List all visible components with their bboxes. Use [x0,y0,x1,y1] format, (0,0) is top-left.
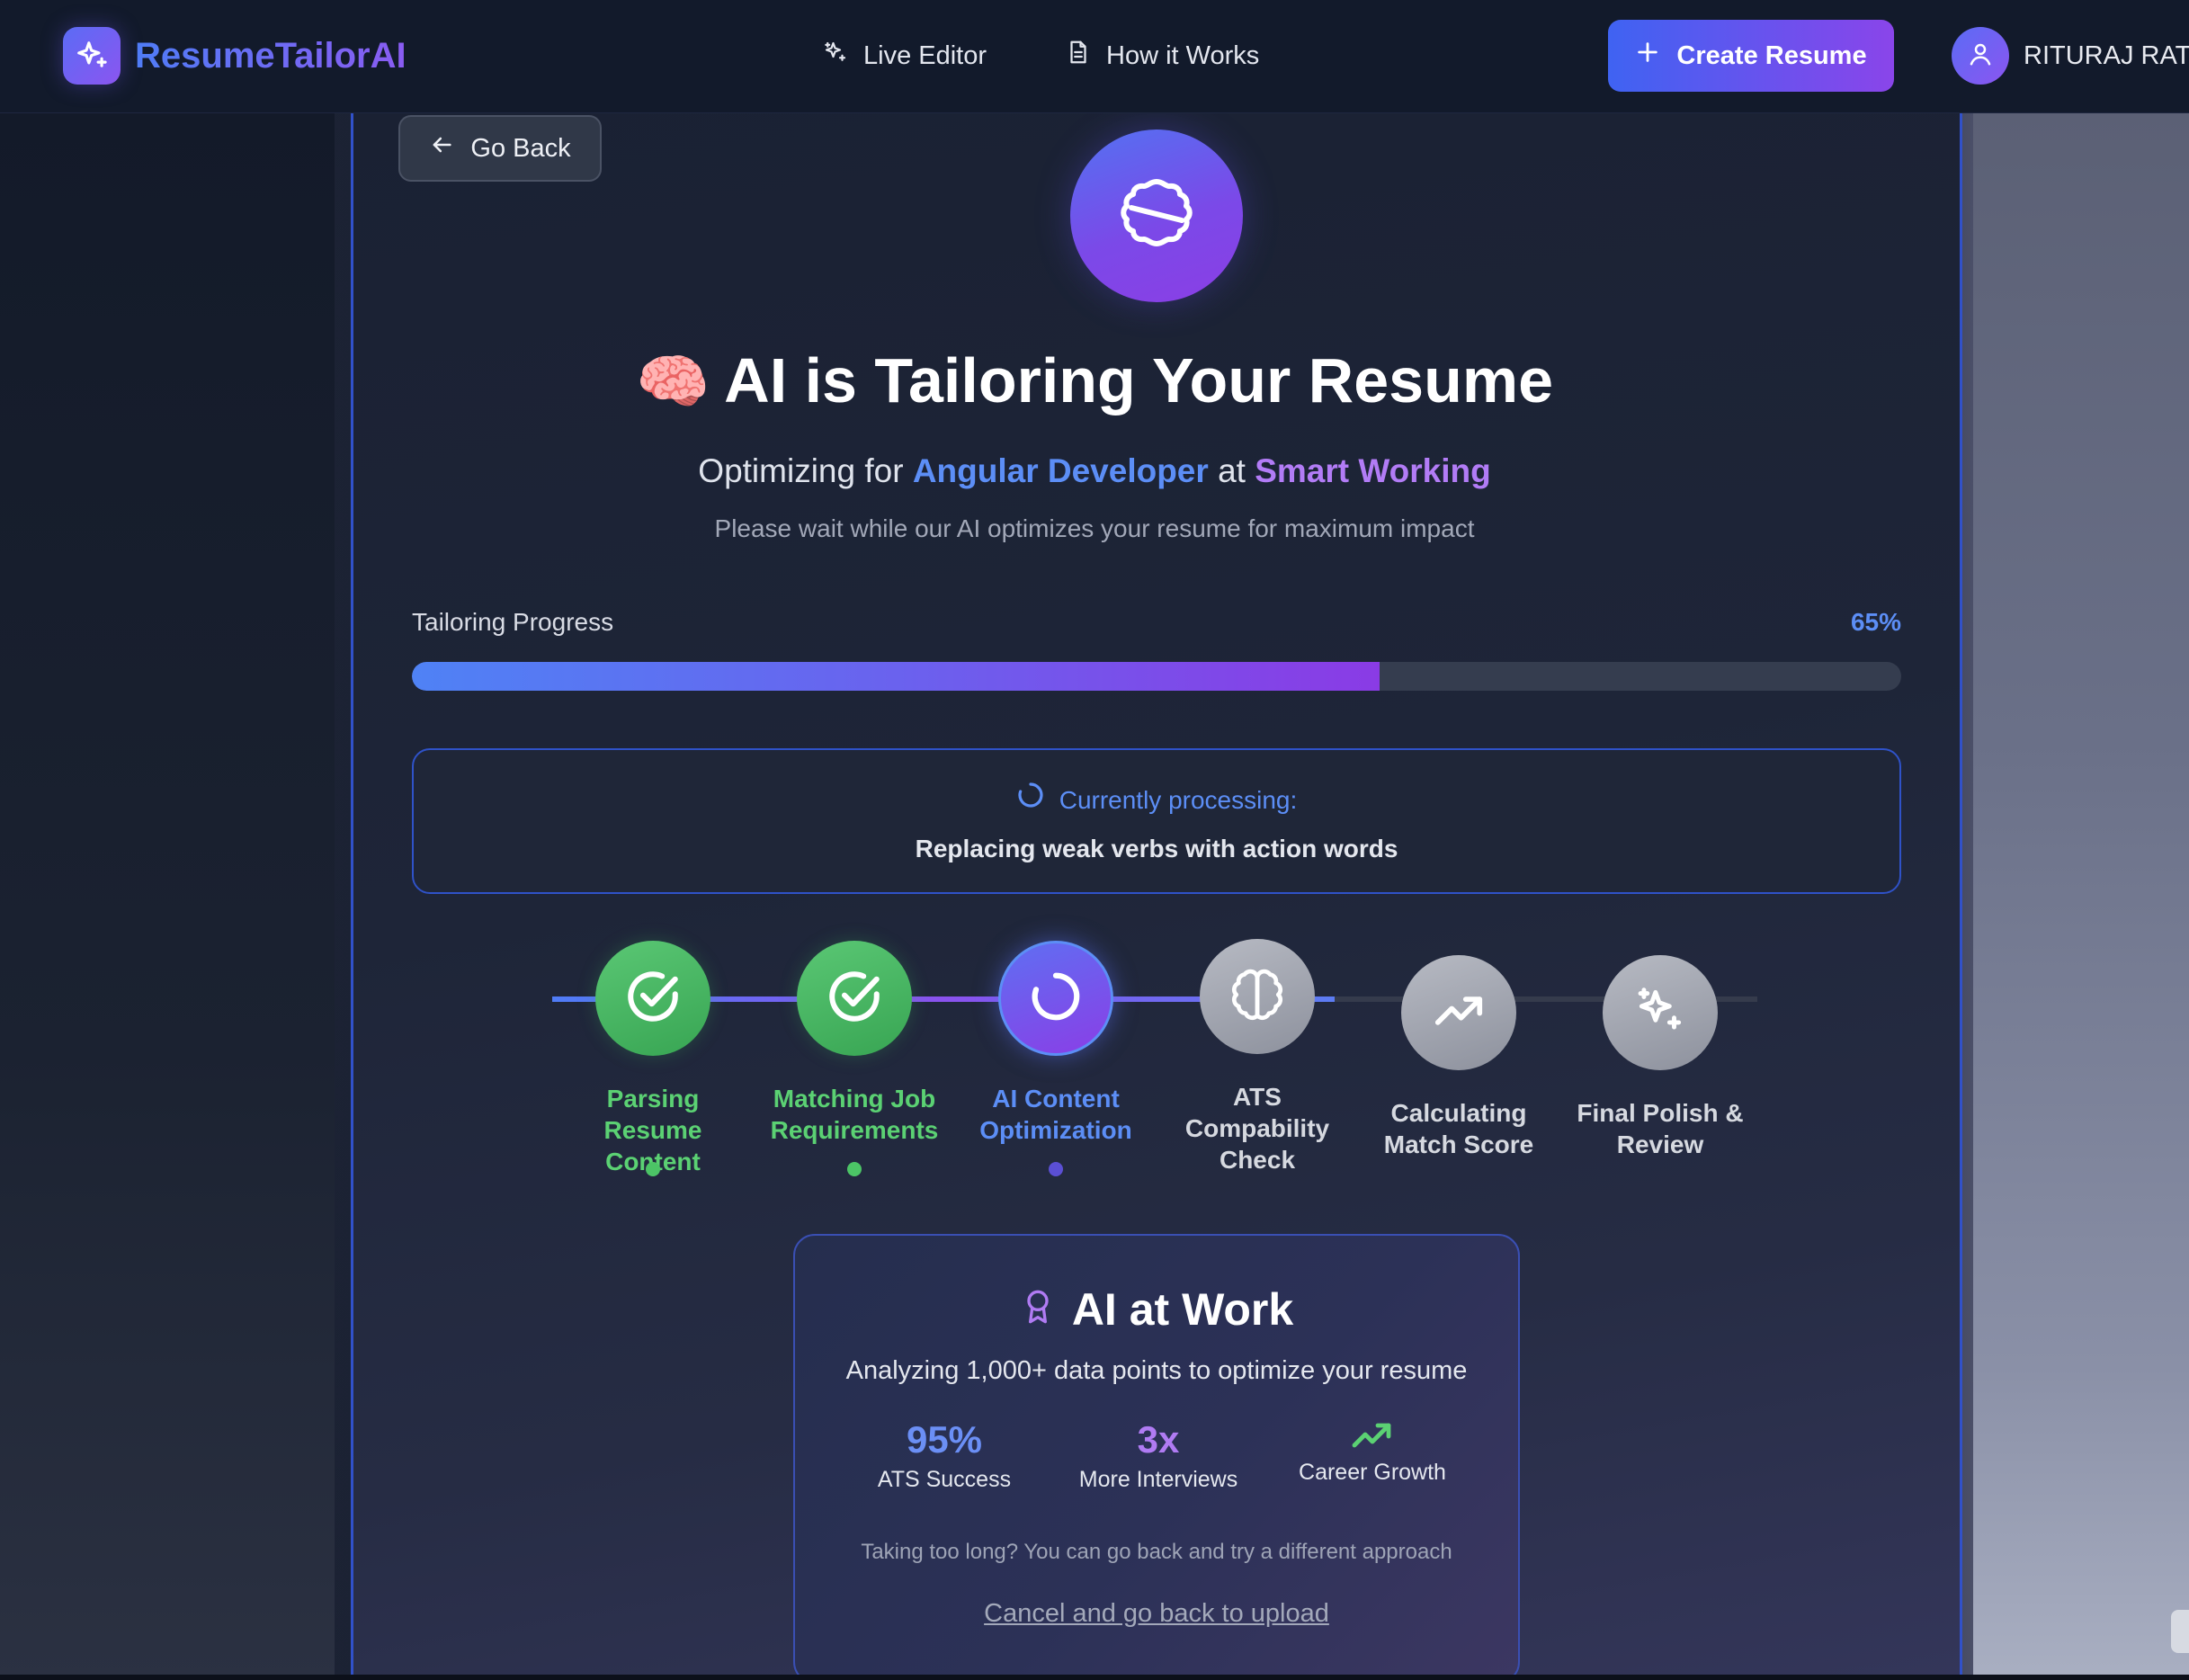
award-icon [1020,1281,1056,1338]
step-2-circle [797,941,912,1056]
user-avatar[interactable] [1952,27,2009,85]
ai-card-note: Taking too long? You can go back and try… [861,1540,1452,1564]
ai-card-title: AI at Work [1071,1284,1294,1335]
step-3-circle [998,941,1113,1056]
brain-icon [1229,967,1285,1027]
create-resume-button[interactable]: Create Resume [1608,20,1894,92]
brain-icon [1112,169,1202,264]
brain-hero [1070,130,1243,302]
step-1-label-line1: Parsing Resume [603,1085,702,1144]
stat-ats-success-value: 95% [906,1418,983,1461]
user-icon [1967,40,1994,72]
stat-more-interviews-value: 3x [1137,1418,1180,1461]
page-subtitle: Optimizing for Angular Developer at Smar… [0,446,2189,496]
plus-icon [1635,40,1660,72]
step-1-circle [595,941,710,1056]
stat-ats-success-label: ATS Success [877,1467,1012,1492]
subtitle-company: Smart Working [1255,452,1491,489]
processing-heading: Currently processing: [414,781,1899,819]
progress-bar-fill [412,662,1380,691]
processing-box: Currently processing: Replacing weak ver… [412,748,1901,894]
wait-message: Please wait while our AI optimizes your … [714,514,1475,542]
step-1-dot [646,1162,660,1176]
processing-heading-text: Currently processing: [1059,785,1298,814]
stat-more-interviews: 3x More Interviews [1059,1416,1257,1495]
stat-ats-success: 95% ATS Success [845,1416,1043,1495]
go-back-label: Go Back [470,133,571,163]
step-6-label: Final Polish & Review [1570,1097,1750,1160]
stat-career-growth: Career Growth [1273,1416,1471,1488]
step-5-label-line2: Match Score [1383,1130,1534,1158]
step-5-label-line1: Calculating [1390,1099,1527,1127]
brain-emoji-icon: 🧠 [635,348,710,415]
step-6-label-line1: Final Polish & [1577,1099,1744,1127]
ai-at-work-card: AI at Work Analyzing 1,000+ data points … [793,1234,1520,1680]
user-name[interactable]: RITURAJ RATAN [2024,38,2189,74]
step-2-label: Matching Job Requirements [764,1083,944,1146]
progress-label: Tailoring Progress [412,608,614,636]
subtitle-role: Angular Developer [912,452,1209,489]
cancel-go-back-link[interactable]: Cancel and go back to upload [795,1594,1518,1633]
subtitle-prefix: Optimizing for [698,452,904,489]
step-2-label-line1: Matching Job [773,1085,936,1113]
nav-how-it-works[interactable]: How it Works [1065,34,1259,77]
check-circle-icon [825,967,884,1031]
step-5-label: Calculating Match Score [1369,1097,1549,1160]
step-5-circle [1401,955,1516,1070]
progress-bar [412,662,1901,691]
step-4-label-line3: Check [1219,1146,1296,1174]
trending-up-icon [1273,1416,1471,1457]
arrow-left-icon [429,132,454,165]
logo-sparkle-icon[interactable] [63,27,121,85]
ai-card-description: Analyzing 1,000+ data points to optimize… [845,1356,1468,1385]
loading-spinner-icon [1028,969,1084,1029]
scrollbar-handle[interactable] [2171,1610,2189,1653]
progress-percent: 65% [1850,608,1901,636]
document-icon [1065,39,1092,73]
step-2-label-line2: Requirements [770,1116,939,1144]
bottom-edge [0,1675,2189,1680]
create-resume-label: Create Resume [1676,40,1867,70]
stat-career-growth-label: Career Growth [1299,1460,1446,1485]
trending-up-icon [1431,983,1487,1043]
nav-live-editor-label: Live Editor [863,40,987,70]
go-back-button[interactable]: Go Back [398,115,602,182]
sparkles-icon [1632,983,1688,1043]
nav-live-editor[interactable]: Live Editor [822,34,987,77]
top-navbar: ResumeTailorAI Live Editor How it Works … [0,0,2189,113]
sparkles-icon [822,39,849,73]
step-2-dot [847,1162,862,1176]
step-3-label: AI Content Optimization [966,1083,1146,1146]
brand-name[interactable]: ResumeTailorAI [135,32,407,79]
check-circle-icon [623,967,683,1031]
ai-card-heading: AI at Work [795,1281,1518,1338]
step-6-label-line2: Review [1616,1130,1704,1158]
loading-spinner-icon [1016,781,1045,819]
step-4-label-line1: ATS [1233,1083,1282,1111]
step-6-circle [1603,955,1718,1070]
step-4-circle [1200,939,1315,1054]
page-title-text: AI is Tailoring Your Resume [724,345,1554,416]
page-title: 🧠 AI is Tailoring Your Resume [0,340,2189,422]
subtitle-mid: at [1218,452,1246,489]
step-4-label: ATS Compability Check [1167,1081,1347,1175]
step-4-label-line2: Compability [1184,1114,1330,1142]
step-3-label-line1: AI Content [992,1085,1120,1113]
stat-more-interviews-label: More Interviews [1078,1467,1238,1492]
step-3-dot [1049,1162,1063,1176]
nav-how-it-works-label: How it Works [1106,40,1260,70]
step-3-label-line2: Optimization [979,1116,1132,1144]
processing-text: Replacing weak verbs with action words [915,835,1398,862]
